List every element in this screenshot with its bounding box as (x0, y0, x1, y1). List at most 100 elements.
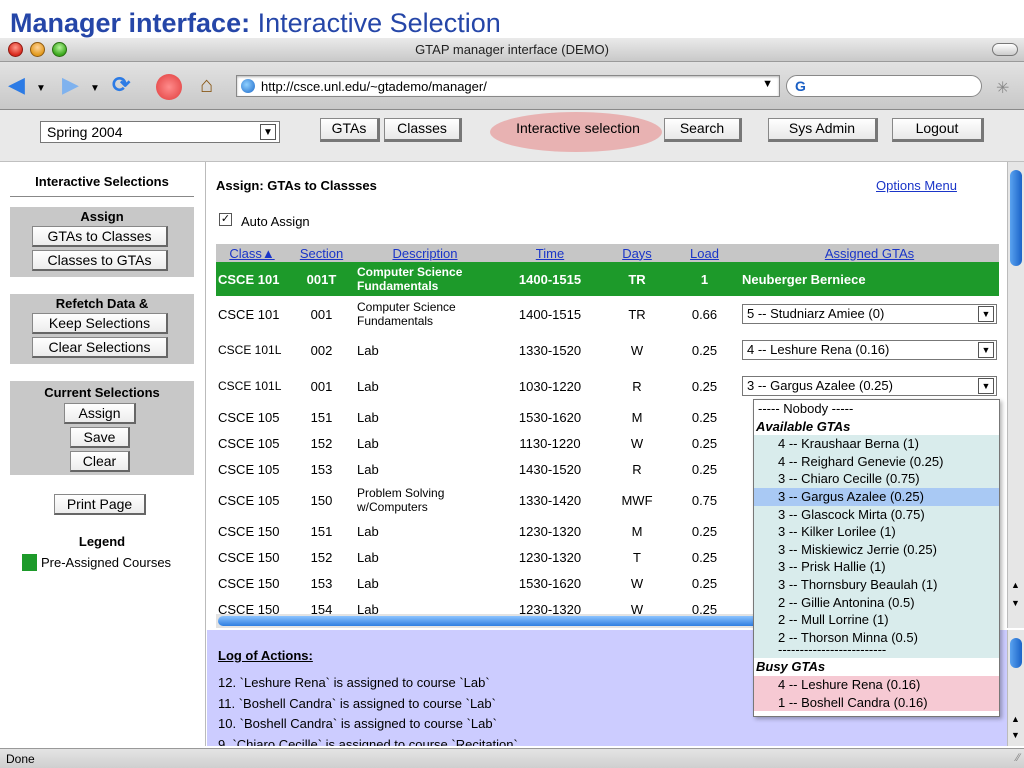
search-button[interactable]: Search (664, 118, 742, 142)
chevron-down-icon: ▼ (978, 342, 994, 358)
col-assigned-gtas[interactable]: Assigned GTAs (740, 244, 999, 262)
dropdown-option-nobody[interactable]: ----- Nobody ----- (754, 400, 999, 418)
dropdown-option-selected[interactable]: 3 -- Gargus Azalee (0.25) (754, 487, 999, 506)
auto-assign-checkbox[interactable]: ✓ (219, 213, 232, 226)
slide-title-rest: Interactive Selection (257, 8, 501, 38)
semester-select[interactable]: Spring 2004 ▼ (40, 121, 280, 143)
col-days[interactable]: Days (605, 244, 669, 262)
legend-swatch (22, 554, 37, 571)
log-line: 10. `Boshell Candra` is assigned to cour… (218, 716, 497, 731)
home-icon[interactable]: ⌂ (200, 72, 213, 98)
dropdown-option[interactable]: 3 -- Miskiewicz Jerrie (0.25) (754, 540, 999, 559)
log-scroll-thumb[interactable] (1010, 638, 1022, 668)
refetch-group-title: Refetch Data & (55, 296, 149, 311)
assign-button[interactable]: Assign (64, 403, 136, 424)
col-description[interactable]: Description (355, 244, 495, 262)
assign-group: Assign GTAs to Classes Classes to GTAs (10, 207, 194, 277)
sys-admin-button[interactable]: Sys Admin (768, 118, 878, 142)
log-line: 11. `Boshell Candra` is assigned to cour… (218, 696, 496, 711)
dropdown-option[interactable]: 3 -- Glascock Mirta (0.75) (754, 505, 999, 524)
table-row: CSCE 101L 002 Lab 1330-1520 W 0.25 4 -- … (216, 332, 999, 368)
gtas-to-classes-button[interactable]: GTAs to Classes (32, 226, 168, 247)
forward-menu-icon[interactable]: ▼ (90, 76, 100, 102)
current-selections-group: Current Selections Assign Save Clear (10, 381, 194, 475)
assign-group-title: Assign (80, 209, 124, 224)
dropdown-option-busy[interactable]: 4 -- Leshure Rena (0.16) (754, 675, 999, 694)
main-vertical-scrollbar[interactable]: ▲ ▼ (1007, 162, 1024, 628)
slide-title: Manager interface: Interactive Selection (10, 8, 501, 40)
current-selections-title: Current Selections (44, 385, 160, 400)
dropdown-option[interactable]: 3 -- Kilker Lorilee (1) (754, 523, 999, 541)
dropdown-option[interactable]: 3 -- Prisk Hallie (1) (754, 558, 999, 576)
col-load[interactable]: Load (669, 244, 740, 262)
dropdown-option[interactable]: 2 -- Thorson Minna (0.5) (754, 628, 999, 647)
legend-label: Pre-Assigned Courses (41, 555, 172, 570)
window-title: GTAP manager interface (DEMO) (415, 42, 609, 57)
url-text: http://csce.unl.edu/~gtademo/manager/ (261, 79, 487, 94)
back-menu-icon[interactable]: ▼ (36, 76, 46, 102)
stop-icon[interactable] (156, 74, 182, 100)
auto-assign-label: Auto Assign (241, 214, 310, 229)
window-titlebar: GTAP manager interface (DEMO) (0, 38, 1024, 62)
log-vertical-scrollbar[interactable]: ▲ ▼ (1007, 630, 1024, 746)
interactive-selection-button[interactable]: Interactive selection (500, 118, 658, 142)
logout-button[interactable]: Logout (892, 118, 984, 142)
gta-select[interactable]: 4 -- Leshure Rena (0.16) ▼ (742, 340, 997, 360)
url-bar[interactable]: http://csce.unl.edu/~gtademo/manager/ ▼ (236, 75, 780, 97)
classes-to-gtas-button[interactable]: Classes to GTAs (32, 250, 168, 271)
scroll-up-icon[interactable]: ▲ (1011, 714, 1020, 724)
save-button[interactable]: Save (70, 427, 130, 448)
chevron-down-icon: ▼ (978, 378, 994, 394)
dropdown-option[interactable]: 3 -- Chiaro Cecille (0.75) (754, 470, 999, 488)
resize-grip-icon[interactable]: ∕∕ (1016, 752, 1020, 764)
dropdown-option[interactable]: 3 -- Thornsbury Beaulah (1) (754, 575, 999, 594)
interactive-selections-title: Interactive Selections (35, 174, 169, 189)
print-page-button[interactable]: Print Page (54, 494, 146, 515)
google-icon: G (795, 78, 806, 94)
forward-icon[interactable]: ▶ (62, 72, 79, 98)
gta-select[interactable]: 5 -- Studniarz Amiee (0) ▼ (742, 304, 997, 324)
status-bar: Done ∕∕ (0, 748, 1024, 768)
classes-button[interactable]: Classes (384, 118, 462, 142)
vertical-scroll-thumb[interactable] (1010, 170, 1022, 266)
dropdown-option-busy[interactable]: 1 -- Boshell Candra (0.16) (754, 693, 999, 712)
dropdown-separator: ------------------------- (754, 646, 999, 659)
col-time[interactable]: Time (495, 244, 605, 262)
log-title: Log of Actions: (218, 648, 313, 663)
col-class[interactable]: Class▲ (216, 244, 288, 262)
dropdown-option[interactable]: 2 -- Gillie Antonina (0.5) (754, 593, 999, 612)
gtas-button[interactable]: GTAs (320, 118, 380, 142)
reload-icon[interactable]: ⟳ (112, 72, 130, 98)
browser-toolbar: ◀ ▼ ▶ ▼ ⟳ ⌂ http://csce.unl.edu/~gtademo… (0, 62, 1024, 110)
url-dropdown-icon[interactable]: ▼ (762, 78, 773, 90)
refetch-group: Refetch Data & Keep Selections Clear Sel… (10, 294, 194, 364)
gta-select-open[interactable]: 3 -- Gargus Azalee (0.25) ▼ (742, 376, 997, 396)
slide-title-bold: Manager interface: (10, 8, 251, 38)
dropdown-option[interactable]: 2 -- Mull Lorrine (1) (754, 611, 999, 629)
left-panel: Interactive Selections Assign GTAs to Cl… (0, 162, 206, 746)
scroll-down-icon[interactable]: ▼ (1011, 730, 1020, 740)
keep-selections-button[interactable]: Keep Selections (32, 313, 168, 334)
semester-value: Spring 2004 (47, 124, 123, 140)
col-section[interactable]: Section (288, 244, 355, 262)
dropdown-option[interactable]: 4 -- Kraushaar Berna (1) (754, 435, 999, 453)
dropdown-option[interactable]: 4 -- Reighard Genevie (0.25) (754, 452, 999, 471)
clear-selections-button[interactable]: Clear Selections (32, 337, 168, 358)
toolbar-toggle-icon[interactable] (992, 43, 1018, 56)
available-gtas-heading: Available GTAs (754, 417, 999, 436)
activity-spinner-icon: ✳ (996, 80, 1010, 97)
scroll-up-icon[interactable]: ▲ (1011, 580, 1020, 590)
table-row: CSCE 101 001 Computer Science Fundamenta… (216, 296, 999, 332)
scroll-down-icon[interactable]: ▼ (1011, 598, 1020, 608)
back-icon[interactable]: ◀ (8, 72, 25, 98)
chevron-down-icon: ▼ (260, 124, 276, 140)
chevron-down-icon: ▼ (978, 306, 994, 322)
globe-icon (241, 79, 255, 93)
clear-button[interactable]: Clear (70, 451, 130, 472)
table-row: CSCE 101 001T Computer Science Fundament… (216, 262, 999, 296)
search-bar[interactable]: G (786, 75, 982, 97)
options-menu-link[interactable]: Options Menu (876, 178, 957, 193)
divider (10, 196, 194, 197)
busy-gtas-heading: Busy GTAs (754, 658, 999, 676)
log-line: 12. `Leshure Rena` is assigned to course… (218, 675, 490, 690)
